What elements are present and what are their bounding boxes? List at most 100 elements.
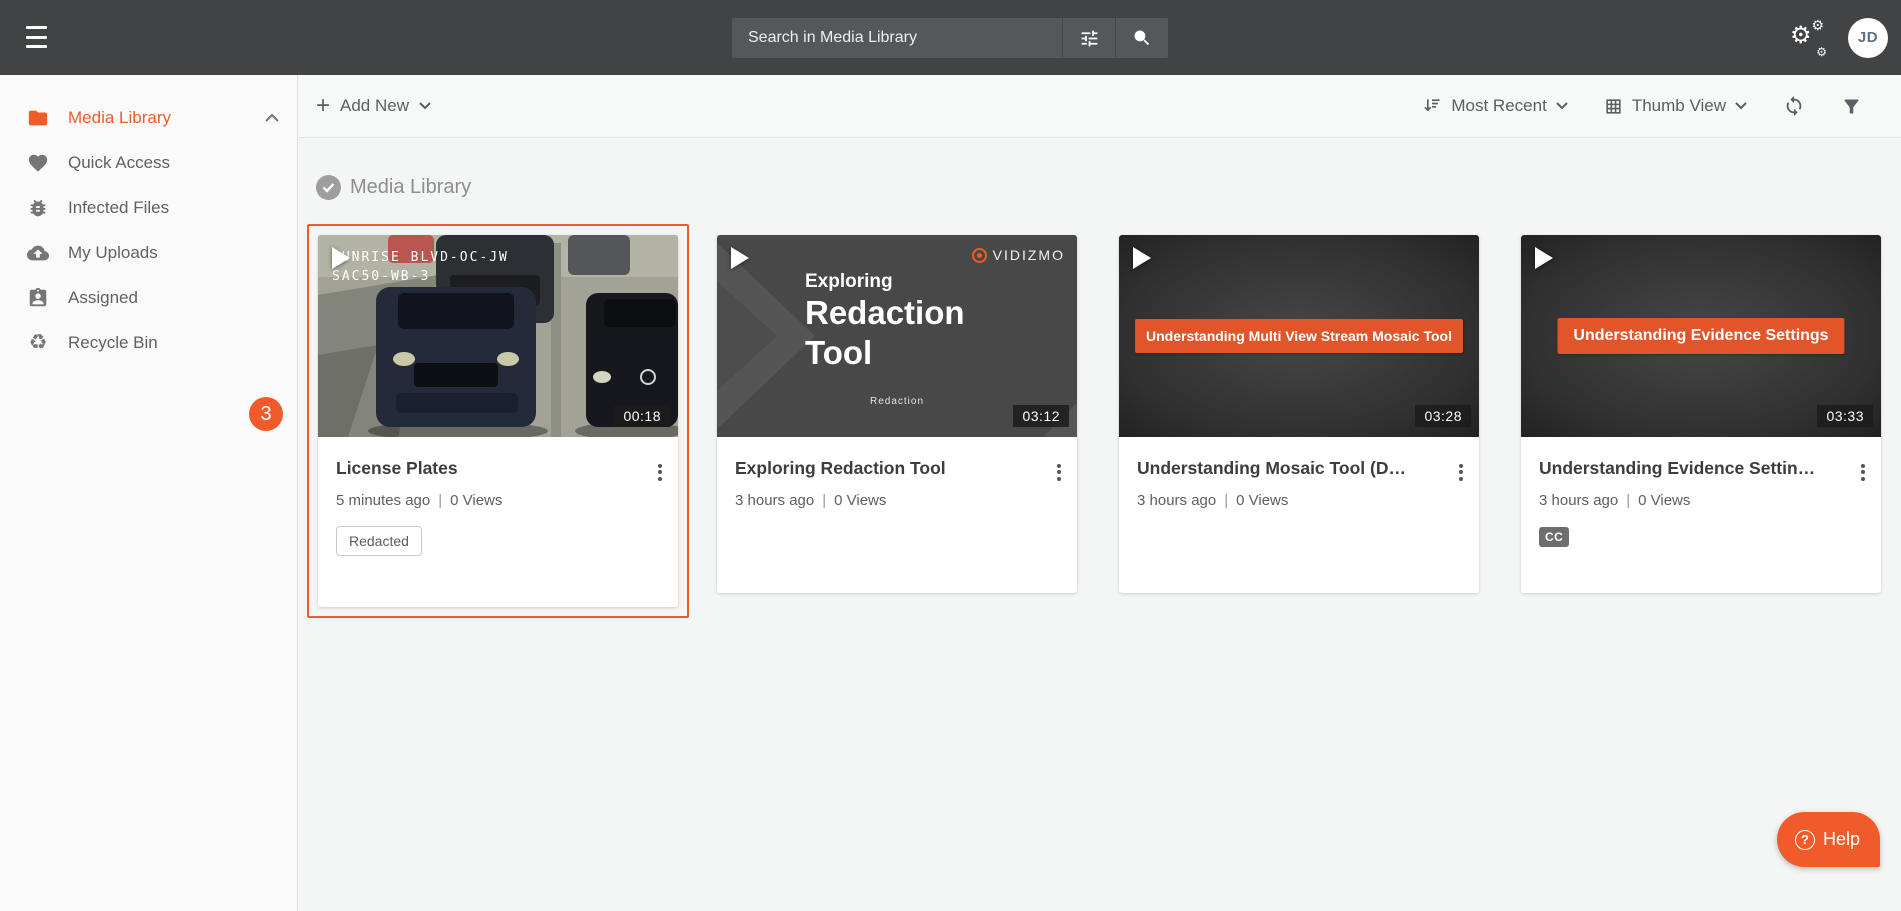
media-card-understanding-evidence-settings[interactable]: Understanding Evidence Settings 03:33 Un… [1521,235,1881,593]
sidebar-item-recycle-bin[interactable]: ♻ Recycle Bin [0,320,297,365]
filter-funnel-icon[interactable] [1841,96,1862,117]
content-toolbar: + Add New Most Recent Thumb View [299,75,1901,138]
question-mark-icon: ? [1795,830,1815,850]
sidebar-item-assigned[interactable]: Assigned [0,275,297,320]
check-circle-icon [316,175,341,200]
play-icon[interactable] [731,247,749,269]
video-duration: 03:12 [1013,405,1069,427]
search-icon[interactable] [1116,18,1168,58]
media-cards-row: SUNRISE BLVD-OC-JW SAC50-WB-3 00:18 Lice… [307,224,1881,618]
sort-label: Most Recent [1451,96,1546,116]
vidizmo-logo-icon [972,248,987,263]
card-age: 3 hours ago [1539,492,1618,509]
card-meta: 3 hours ago|0 Views [1539,492,1863,509]
add-new-label: Add New [340,96,409,116]
card-title: License Plates [336,458,660,479]
card-title: Understanding Evidence Settin… [1539,458,1863,479]
selected-card-outline: SUNRISE BLVD-OC-JW SAC50-WB-3 00:18 Lice… [307,224,689,618]
card-age: 3 hours ago [1137,492,1216,509]
card-title: Exploring Redaction Tool [735,458,1059,479]
kebab-menu-icon[interactable] [654,457,666,487]
video-duration: 00:18 [614,405,670,427]
sidebar-item-infected-files[interactable]: Infected Files [0,185,297,230]
media-card-exploring-redaction-tool[interactable]: Exploring Redaction Tool Redaction VIDIZ… [717,235,1077,593]
search-input[interactable] [732,18,1062,58]
sidebar-item-label: My Uploads [68,243,279,263]
meta-separator: | [1216,492,1236,509]
topbar-right-cluster: ⚙ ⚙ ⚙ JD [1790,0,1888,75]
chevron-down-icon [1735,102,1747,110]
user-avatar[interactable]: JD [1848,18,1888,58]
card-views: 0 Views [834,492,886,509]
toolbar-right-cluster: Most Recent Thumb View [1422,95,1862,117]
card-info: Understanding Evidence Settin… 3 hours a… [1521,437,1881,547]
card-meta: 3 hours ago|0 Views [735,492,1059,509]
recycle-icon: ♻ [27,332,49,353]
video-thumbnail: Understanding Multi View Stream Mosaic T… [1119,235,1479,437]
help-label: Help [1823,829,1860,850]
sidebar-item-my-uploads[interactable]: My Uploads [0,230,297,275]
chevron-down-icon [419,102,431,110]
card-info: License Plates 5 minutes ago|0 Views Red… [318,437,678,556]
play-icon[interactable] [1133,247,1151,269]
kebab-menu-icon[interactable] [1857,457,1869,487]
media-card-understanding-mosaic-tool[interactable]: Understanding Multi View Stream Mosaic T… [1119,235,1479,593]
play-icon[interactable] [332,247,350,269]
admin-settings-gears-icon[interactable]: ⚙ ⚙ ⚙ [1790,20,1830,56]
chevron-down-icon [1556,102,1568,110]
video-thumbnail: Exploring Redaction Tool Redaction VIDIZ… [717,235,1077,437]
closed-captions-badge: CC [1539,527,1569,547]
thumbnail-kicker: Exploring [805,271,965,293]
card-age: 3 hours ago [735,492,814,509]
video-thumbnail: SUNRISE BLVD-OC-JW SAC50-WB-3 00:18 [318,235,678,437]
card-meta: 3 hours ago|0 Views [1137,492,1461,509]
sidebar-item-media-library[interactable]: Media Library [0,95,297,140]
meta-separator: | [430,492,450,509]
search-filter-sliders-icon[interactable] [1063,18,1115,58]
sidebar-item-label: Infected Files [68,198,279,218]
meta-separator: | [814,492,834,509]
video-thumbnail: Understanding Evidence Settings 03:33 [1521,235,1881,437]
add-new-button[interactable]: + Add New [316,96,431,116]
search-bar [732,18,1168,58]
video-duration: 03:33 [1817,405,1873,427]
cloud-upload-icon [27,242,49,264]
camera-overlay-line2: SAC50-WB-3 [332,269,430,284]
sidebar-item-quick-access[interactable]: Quick Access [0,140,297,185]
top-bar: ⚙ ⚙ ⚙ JD [0,0,1901,75]
assignment-badge-icon [27,287,49,309]
card-info: Exploring Redaction Tool 3 hours ago|0 V… [717,437,1077,509]
folder-icon [27,107,49,129]
heart-icon [27,152,49,174]
sort-dropdown[interactable]: Most Recent [1422,96,1567,116]
card-meta: 5 minutes ago|0 Views [336,492,660,509]
tag-chip-redacted: Redacted [336,526,422,556]
card-views: 0 Views [450,492,502,509]
hamburger-menu-icon[interactable] [26,26,50,48]
kebab-menu-icon[interactable] [1053,457,1065,487]
sidebar-item-label: Recycle Bin [68,333,279,353]
refresh-icon[interactable] [1783,95,1805,117]
card-info: Understanding Mosaic Tool (D… 3 hours ag… [1119,437,1479,509]
thumbnail-banner: Understanding Evidence Settings [1557,318,1844,354]
media-card-license-plates[interactable]: SUNRISE BLVD-OC-JW SAC50-WB-3 00:18 Lice… [318,235,678,607]
meta-separator: | [1618,492,1638,509]
chevron-up-icon[interactable] [265,113,279,122]
view-mode-label: Thumb View [1632,96,1726,116]
sidebar-nav: Media Library Quick Access Infected File… [0,75,298,911]
play-icon[interactable] [1535,247,1553,269]
section-title: Media Library [350,176,471,199]
thumbnail-title-block: Exploring Redaction Tool [805,271,965,373]
card-views: 0 Views [1638,492,1690,509]
bug-icon [27,197,49,219]
section-heading: Media Library [316,175,471,200]
help-button[interactable]: ? Help [1777,812,1880,867]
main-content: + Add New Most Recent Thumb View [299,75,1901,911]
video-duration: 03:28 [1415,405,1471,427]
card-views: 0 Views [1236,492,1288,509]
kebab-menu-icon[interactable] [1455,457,1467,487]
card-title: Understanding Mosaic Tool (D… [1137,458,1461,479]
plus-icon: + [316,96,330,116]
annotation-step-badge: 3 [249,397,283,431]
view-mode-dropdown[interactable]: Thumb View [1604,96,1747,116]
